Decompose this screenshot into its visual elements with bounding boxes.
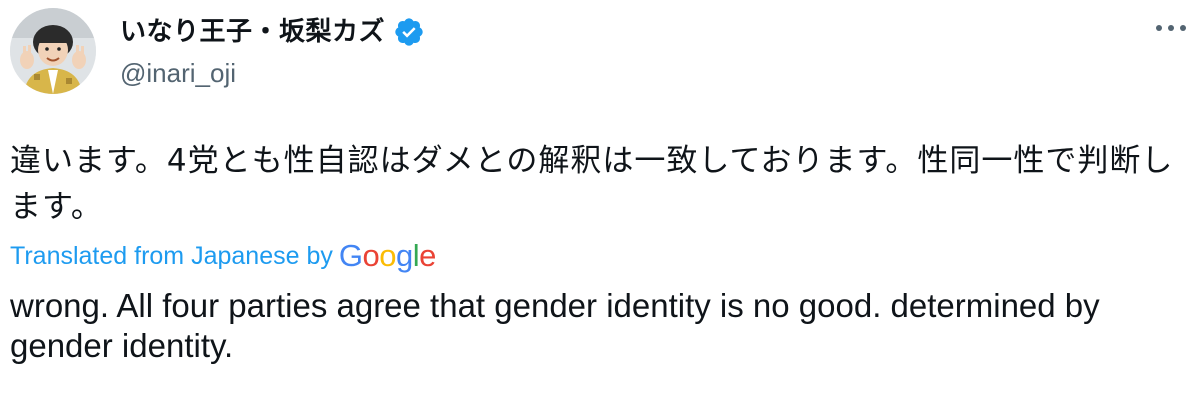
- tweet-text-translated: wrong. All four parties agree that gende…: [10, 287, 1100, 364]
- dot: [1156, 25, 1162, 31]
- dot: [1168, 25, 1174, 31]
- profile-photo-icon: [10, 8, 96, 94]
- tweet-text-original: 違います。4党とも性自認はダメとの解釈は一致しております。性同一性で判断します。: [10, 143, 1174, 225]
- more-options-icon[interactable]: [1156, 18, 1186, 38]
- verified-badge-icon: [393, 16, 425, 48]
- dot: [1180, 25, 1186, 31]
- google-letter: e: [419, 238, 436, 273]
- avatar[interactable]: [10, 8, 96, 94]
- translated-from-label[interactable]: Translated from Japanese by: [10, 242, 333, 271]
- google-letter: G: [338, 238, 363, 273]
- display-name[interactable]: いなり王子・坂梨カズ: [120, 19, 385, 45]
- google-letter: o: [379, 238, 396, 273]
- translation-attribution: Translated from Japanese by Google: [10, 236, 436, 276]
- author-handle[interactable]: @inari_oji: [120, 58, 236, 89]
- author-name-row: いなり王子・坂梨カズ: [120, 12, 425, 52]
- google-letter: o: [362, 238, 380, 273]
- google-letter: g: [395, 238, 413, 273]
- google-logo-icon: Google: [338, 238, 437, 274]
- tweet: いなり王子・坂梨カズ @inari_oji 違います。4党とも性自認はダメとの解…: [0, 0, 1200, 406]
